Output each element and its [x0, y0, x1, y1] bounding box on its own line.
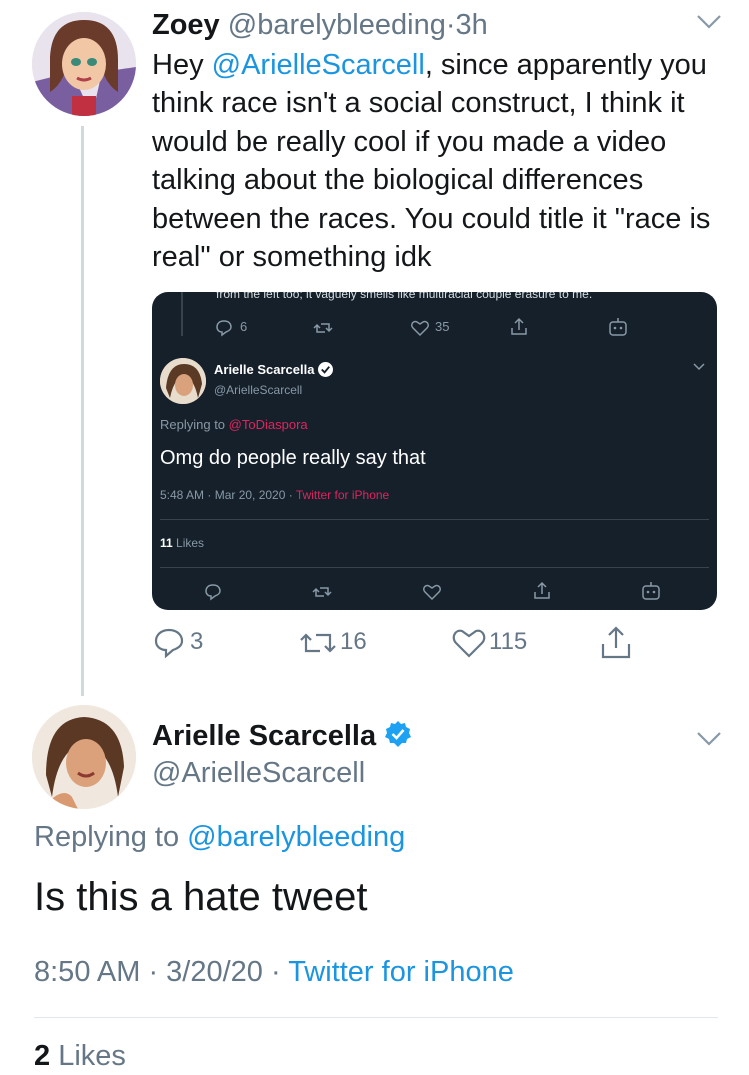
- thread-line: [81, 126, 84, 696]
- reply-text: Is this a hate tweet: [34, 875, 368, 919]
- zoey-avatar[interactable]: [32, 12, 136, 116]
- embedded-top-replies: 6: [240, 319, 248, 334]
- share-icon: [534, 581, 550, 599]
- bot-icon: [642, 582, 660, 600]
- reply-count: 3: [190, 628, 204, 655]
- chevron-down-icon[interactable]: [694, 10, 724, 34]
- embedded-tweet-text: Omg do people really say that: [160, 447, 426, 469]
- retweet-icon[interactable]: [298, 627, 338, 659]
- author-name[interactable]: Zoey: [152, 9, 220, 41]
- reply-icon: [216, 320, 232, 337]
- separator-dot: ·: [445, 9, 456, 41]
- replying-to: Replying to @barelybleeding: [34, 821, 406, 853]
- embedded-likes: 11 Likes: [160, 536, 205, 550]
- tweet-header: Zoey @barelybleeding·3h: [152, 6, 488, 44]
- tweet-time[interactable]: 3h: [456, 9, 488, 41]
- client-link[interactable]: Twitter for iPhone: [288, 956, 514, 988]
- chevron-down-icon: [693, 363, 705, 371]
- divider: [34, 1017, 718, 1018]
- verified-icon: [318, 362, 334, 377]
- embedded-author-avatar[interactable]: [160, 358, 206, 404]
- reply-meta: 8:50 AM · 3/20/20 · Twitter for iPhone: [34, 956, 514, 988]
- arielle-avatar[interactable]: [32, 705, 136, 809]
- embedded-screenshot[interactable]: from the left too; it vaguely smells lik…: [152, 292, 717, 610]
- embedded-divider: [160, 567, 709, 568]
- embedded-replying-to: Replying to @ToDiaspora: [160, 417, 308, 432]
- like-icon: [423, 584, 441, 601]
- embedded-top-text: from the left too; it vaguely smells lik…: [216, 292, 593, 301]
- reply-icon[interactable]: [152, 626, 186, 660]
- verified-icon: [385, 721, 412, 747]
- retweet-icon: [312, 587, 332, 597]
- embedded-divider: [160, 519, 709, 520]
- like-icon[interactable]: [451, 627, 487, 659]
- embedded-thread-line: [181, 292, 183, 336]
- retweet-count: 16: [340, 628, 367, 655]
- reply-author-handle[interactable]: @ArielleScarcell: [152, 757, 365, 790]
- bot-icon: [609, 318, 627, 336]
- embedded-author-handle[interactable]: @ArielleScarcell: [214, 383, 302, 397]
- embedded-top-likes: 35: [435, 319, 450, 334]
- share-icon[interactable]: [599, 624, 633, 662]
- like-count: 115: [489, 628, 528, 655]
- author-handle[interactable]: @barelybleeding: [228, 9, 446, 41]
- share-icon: [511, 317, 527, 335]
- reply-likes[interactable]: 2 Likes: [34, 1040, 126, 1073]
- replying-to-link[interactable]: @barelybleeding: [187, 821, 405, 853]
- chevron-down-icon[interactable]: [694, 727, 724, 751]
- embedded-author-name[interactable]: Arielle Scarcella: [214, 362, 334, 377]
- embedded-tweet-meta: 5:48 AM · Mar 20, 2020 · Twitter for iPh…: [160, 488, 390, 502]
- like-icon: [411, 320, 429, 337]
- reply-author-name[interactable]: Arielle Scarcella: [152, 720, 412, 753]
- tweet-text: Hey @ArielleScarcell, since apparently y…: [152, 49, 711, 274]
- mention-link[interactable]: @ArielleScarcell: [212, 49, 425, 81]
- reply-icon: [205, 584, 221, 601]
- retweet-icon: [313, 323, 333, 333]
